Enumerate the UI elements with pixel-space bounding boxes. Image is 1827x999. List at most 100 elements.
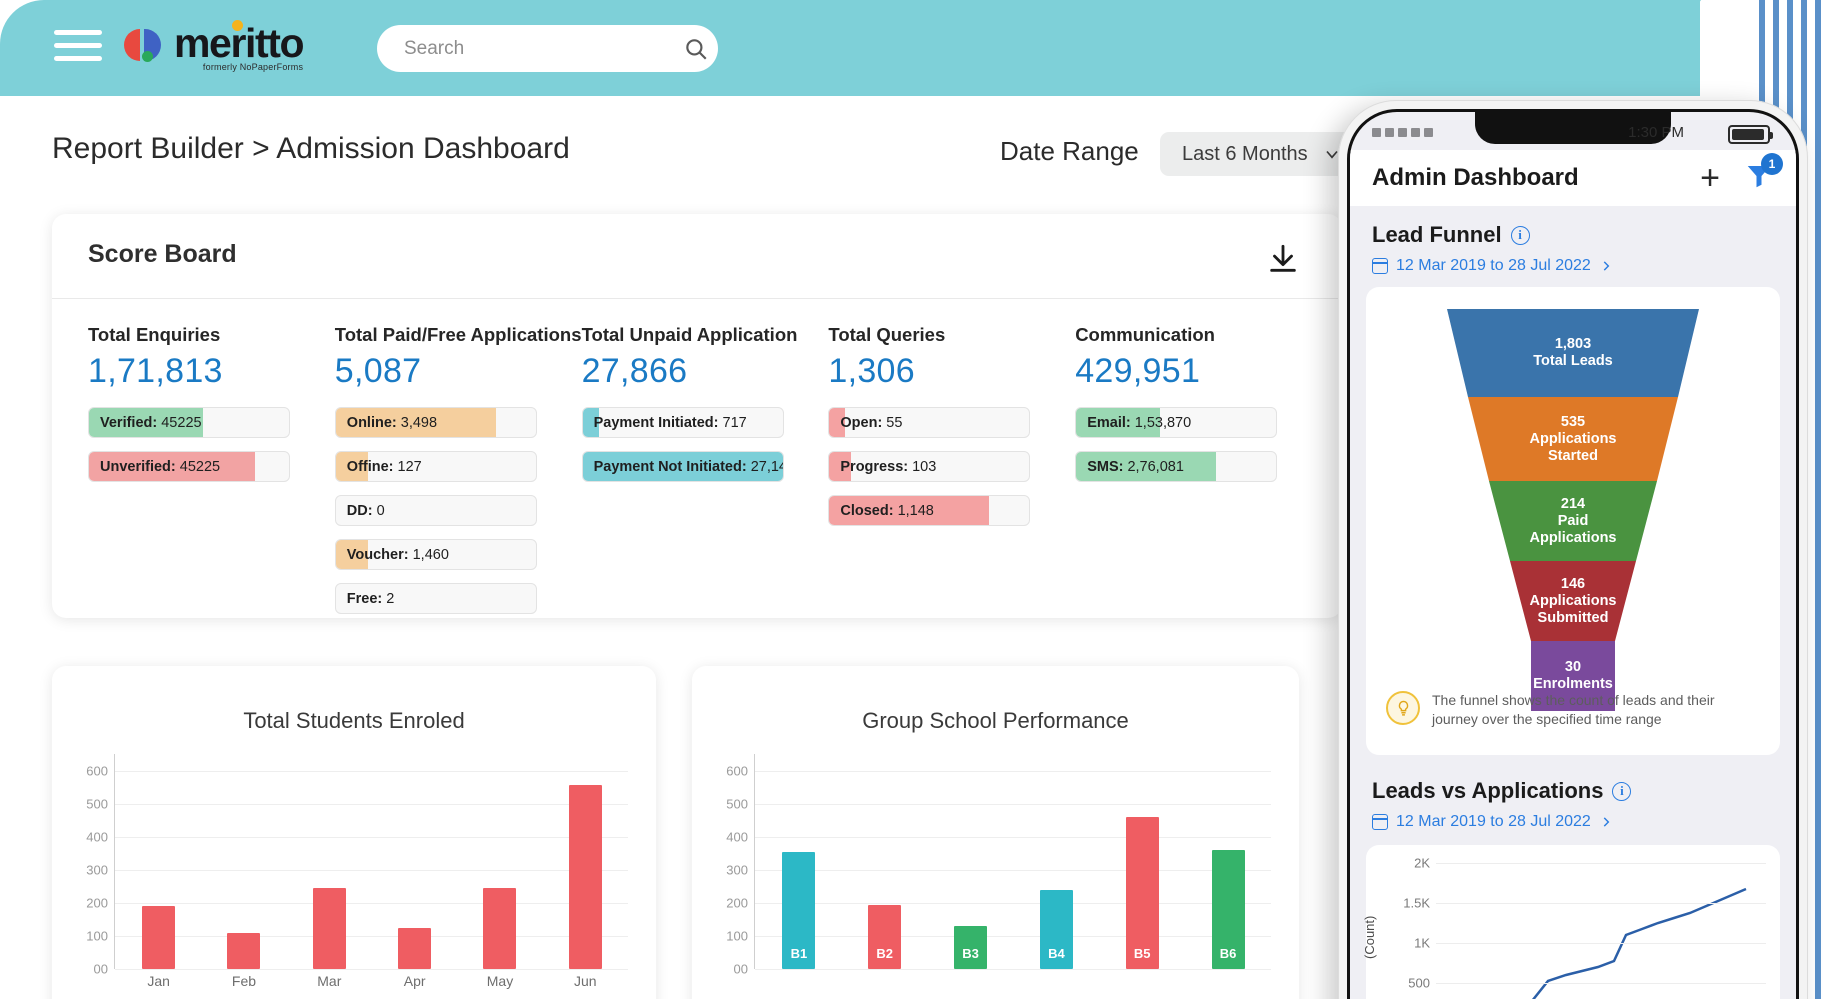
bar bbox=[227, 932, 261, 969]
funnel-segment[interactable]: 535 Applications Started bbox=[1468, 397, 1678, 481]
bar-column[interactable]: B1 bbox=[756, 754, 842, 969]
metric-bar: Online: 3,498 bbox=[334, 407, 537, 438]
y-tick: 500 bbox=[86, 796, 108, 812]
y-tick: 300 bbox=[726, 862, 748, 878]
funnel-value: 1,803 bbox=[1554, 336, 1592, 352]
y-tick: 00 bbox=[93, 961, 108, 977]
logo-mark-icon bbox=[124, 25, 170, 65]
hamburger-icon[interactable] bbox=[54, 30, 102, 66]
bar: B1 bbox=[782, 851, 816, 969]
info-icon[interactable]: i bbox=[1510, 225, 1530, 245]
phone-app-bar: Admin Dashboard + 1 bbox=[1350, 150, 1796, 206]
bar-column[interactable] bbox=[372, 754, 457, 969]
bar bbox=[483, 887, 517, 969]
metric-bar: Closed: 1,148 bbox=[828, 495, 1031, 526]
metric-bar: Payment Initiated: 717 bbox=[581, 407, 784, 438]
funnel-segment[interactable]: 1,803 Total Leads bbox=[1447, 309, 1699, 397]
bar-chart-school: 00100200300400500600B1B2B3B4B5B6West Del… bbox=[692, 754, 1299, 999]
x-tick: Apr bbox=[403, 973, 426, 989]
y-tick: 100 bbox=[726, 928, 748, 944]
bar-column[interactable]: B2 bbox=[842, 754, 928, 969]
bar-label: Payment Not Initiated: 27,149 bbox=[593, 458, 783, 475]
bar-label: Progress: 103 bbox=[840, 458, 937, 475]
y-tick: 1.5K bbox=[1403, 895, 1430, 911]
x-axis-ticks: Jan Feb Mar Apr May Jun bbox=[116, 973, 628, 989]
date-range-text: 12 Mar 2019 to 28 Jul 2022 bbox=[1396, 813, 1591, 830]
bar-column[interactable]: B6 bbox=[1185, 754, 1271, 969]
chart-title: Group School Performance bbox=[862, 708, 1129, 733]
bar-label: SMS: 2,76,081 bbox=[1087, 458, 1184, 475]
lead-funnel-date-range[interactable]: 12 Mar 2019 to 28 Jul 2022 bbox=[1372, 257, 1613, 275]
y-tick: 1K bbox=[1414, 935, 1430, 951]
search-box[interactable] bbox=[377, 25, 718, 72]
bar-label: Offine: 127 bbox=[346, 458, 422, 475]
search-input[interactable] bbox=[377, 37, 674, 60]
phone-app-title: Admin Dashboard bbox=[1372, 164, 1579, 191]
search-icon[interactable] bbox=[674, 36, 718, 62]
bar-value-label: B2 bbox=[876, 946, 894, 961]
breadcrumb-page-title: Report Builder > Admission Dashboard bbox=[52, 132, 570, 165]
x-tick: Jun bbox=[574, 973, 597, 989]
bar bbox=[398, 927, 432, 969]
funnel-segment[interactable]: 214 Paid Applications bbox=[1489, 481, 1657, 561]
bar-label: DD: 0 bbox=[346, 502, 385, 519]
bar-column[interactable]: B4 bbox=[1013, 754, 1099, 969]
bar-column[interactable] bbox=[201, 754, 286, 969]
bar-label: Unverified: 45225 bbox=[100, 458, 221, 475]
bar-value-label: B3 bbox=[962, 946, 979, 961]
plus-icon[interactable]: + bbox=[1700, 161, 1720, 195]
funnel-value: 535 bbox=[1560, 413, 1586, 430]
date-range-value: Last 6 Months bbox=[1182, 142, 1308, 165]
metric-bar: Progress: 103 bbox=[828, 451, 1031, 482]
bar-label: Verified: 45225 bbox=[100, 414, 202, 431]
funnel-tip: The funnel shows the count of leads and … bbox=[1386, 691, 1762, 729]
y-axis-ticks: 00 100 200 300 400 500 600 bbox=[52, 754, 114, 976]
gridlines bbox=[1436, 863, 1766, 999]
total-students-enroled-card: Total Students Enroled 00 100 200 300 400 500… bbox=[52, 666, 656, 999]
metric-1: Total Paid/Free Applications 5,087 Online:… bbox=[334, 324, 582, 627]
date-range-dropdown[interactable]: Last 6 Months bbox=[1160, 132, 1358, 176]
metric-bar: DD: 0 bbox=[334, 495, 537, 526]
bar-column[interactable]: B5 bbox=[1099, 754, 1185, 969]
bar-value-label: B6 bbox=[1219, 946, 1237, 961]
x-tick: Feb bbox=[231, 973, 257, 989]
filter-badge: 1 bbox=[1761, 152, 1783, 175]
page-header-row: Report Builder > Admission Dashboard Dat… bbox=[0, 132, 1400, 188]
bar-column[interactable] bbox=[116, 754, 201, 969]
metric-bar: Unverified: 45225 bbox=[88, 451, 290, 482]
funnel-label: Total Leads bbox=[1533, 353, 1613, 369]
bar-label: Online: 3,498 bbox=[346, 414, 438, 431]
gridline bbox=[1436, 903, 1766, 904]
lead-funnel-panel: 1,803 Total Leads 535 Applications Started 2… bbox=[1366, 287, 1780, 755]
y-axis-label: (Count) bbox=[1362, 915, 1377, 959]
info-icon[interactable]: i bbox=[1612, 781, 1632, 801]
filter-icon[interactable]: 1 bbox=[1744, 152, 1783, 196]
x-tick: Mar bbox=[317, 973, 342, 989]
section-title: Leads vs Applications bbox=[1372, 778, 1604, 803]
y-tick: 200 bbox=[86, 895, 108, 911]
bar-column[interactable] bbox=[543, 754, 628, 969]
y-tick: 2K bbox=[1414, 855, 1430, 871]
bar-label: Payment Initiated: 717 bbox=[593, 414, 747, 431]
app-header: meritto formerly NoPaperForms bbox=[0, 0, 1701, 96]
bar-column[interactable] bbox=[457, 754, 542, 969]
metric-2: Total Unpaid Application 27,866 Payment In… bbox=[581, 324, 829, 627]
bar-label: Closed: 1,148 bbox=[840, 502, 934, 519]
download-icon[interactable] bbox=[1266, 242, 1300, 276]
funnel-segment[interactable]: 146 Applications Submitted bbox=[1510, 561, 1636, 641]
battery-icon bbox=[1728, 125, 1773, 144]
chart-title: Total Students Enroled bbox=[243, 708, 465, 733]
leads-vs-applications-date-range[interactable]: 12 Mar 2019 to 28 Jul 2022 bbox=[1372, 813, 1613, 831]
bar-value-label: B5 bbox=[1133, 946, 1151, 961]
bar-label: Email: 1,53,870 bbox=[1087, 414, 1192, 431]
bar bbox=[142, 906, 176, 969]
y-tick: 500 bbox=[1408, 975, 1430, 991]
bar-column[interactable] bbox=[287, 754, 372, 969]
metric-bar: Free: 2 bbox=[334, 583, 537, 614]
metric-value: 27,866 bbox=[581, 352, 688, 390]
y-tick: 600 bbox=[86, 763, 108, 779]
y-tick: 400 bbox=[86, 829, 108, 845]
signal-dots-icon bbox=[1372, 128, 1433, 137]
metrics-row: Total Enquiries 1,71,813 Verified: 45225 Un… bbox=[88, 324, 1322, 627]
bar-column[interactable]: B3 bbox=[928, 754, 1014, 969]
